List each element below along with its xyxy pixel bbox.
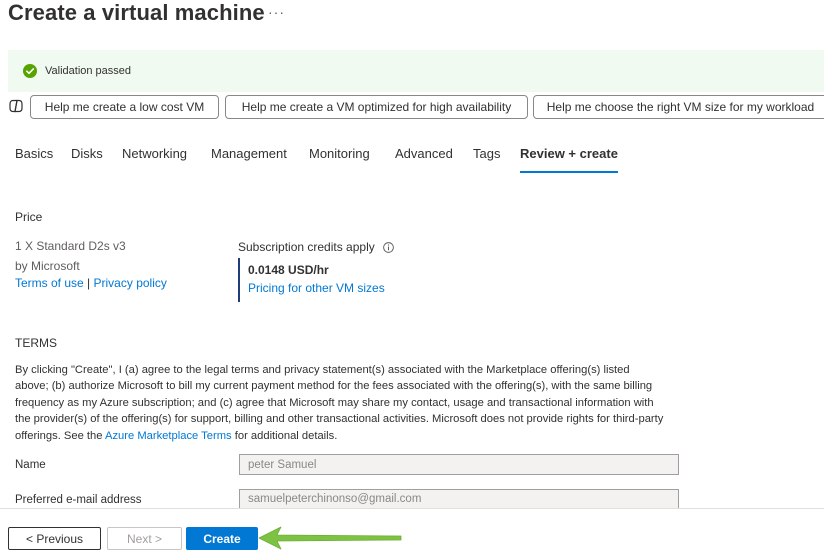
wizard-footer: < Previous Next > Create	[0, 508, 824, 554]
previous-button[interactable]: < Previous	[8, 527, 101, 550]
name-label: Name	[15, 459, 46, 471]
price-box: 0.0148 USD/hr Pricing for other VM sizes	[238, 258, 398, 302]
email-field[interactable]	[239, 489, 679, 509]
hourly-rate: 0.0148 USD/hr	[248, 263, 329, 277]
price-section-label: Price	[15, 210, 43, 224]
page-title: Create a virtual machine	[8, 0, 265, 25]
validation-banner: Validation passed	[8, 50, 824, 92]
tab-tags[interactable]: Tags	[473, 146, 500, 172]
marketplace-terms-link[interactable]: Azure Marketplace Terms	[105, 430, 232, 442]
arrow-pointer-icon	[258, 526, 402, 550]
validation-message: Validation passed	[45, 65, 132, 77]
info-icon[interactable]	[382, 241, 394, 253]
suggestion-low-cost-vm[interactable]: Help me create a low cost VM	[30, 95, 219, 119]
next-button[interactable]: Next >	[107, 527, 182, 550]
subscription-credits: Subscription credits apply	[238, 240, 394, 254]
other-vm-sizes-link[interactable]: Pricing for other VM sizes	[248, 281, 385, 295]
name-field[interactable]	[239, 454, 679, 475]
suggestion-high-availability-vm[interactable]: Help me create a VM optimized for high a…	[225, 95, 528, 119]
terms-of-use-link[interactable]: Terms of use	[15, 276, 84, 290]
link-separator: |	[87, 276, 91, 290]
terms-suffix: for additional details.	[231, 429, 338, 442]
check-circle-icon	[23, 64, 37, 78]
vm-vendor: by Microsoft	[15, 259, 80, 273]
tab-review-create[interactable]: Review + create	[520, 146, 618, 173]
vm-sku: 1 X Standard D2s v3	[15, 239, 126, 253]
email-label: Preferred e-mail address	[15, 494, 142, 506]
tab-disks[interactable]: Disks	[71, 146, 103, 172]
more-options-button[interactable]: ···	[268, 4, 285, 20]
create-button[interactable]: Create	[186, 527, 258, 550]
terms-text: By clicking "Create", I (a) agree to the…	[15, 362, 665, 444]
tab-networking[interactable]: Networking	[122, 146, 187, 172]
terms-section-label: TERMS	[15, 336, 57, 350]
tab-basics[interactable]: Basics	[15, 146, 53, 172]
copilot-icon	[9, 99, 23, 113]
price-links: Terms of use | Privacy policy	[15, 276, 167, 290]
tab-monitoring[interactable]: Monitoring	[309, 146, 370, 172]
tab-management[interactable]: Management	[211, 146, 287, 172]
suggestion-vm-size[interactable]: Help me choose the right VM size for my …	[533, 95, 824, 119]
tab-advanced[interactable]: Advanced	[395, 146, 453, 172]
credits-label: Subscription credits apply	[238, 240, 375, 254]
privacy-policy-link[interactable]: Privacy policy	[94, 276, 167, 290]
